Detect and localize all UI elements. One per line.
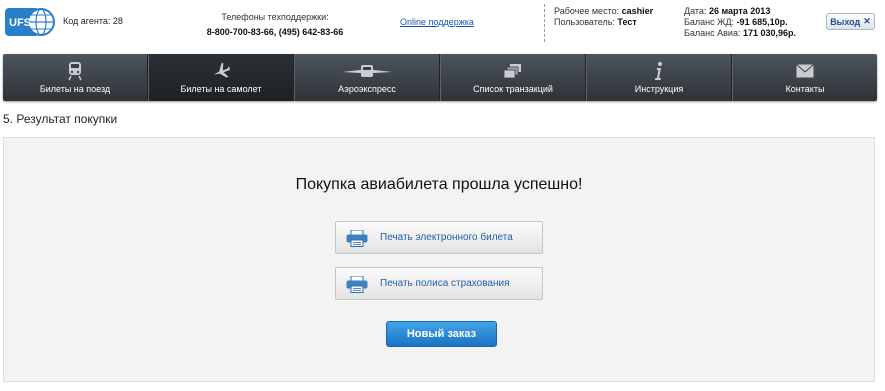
print-insurance-label: Печать полиса страхования bbox=[380, 278, 510, 289]
balance-rail-label: Баланс ЖД: bbox=[684, 17, 735, 27]
nav-item-contacts[interactable]: Контакты bbox=[732, 54, 877, 101]
date-value: 26 марта 2013 bbox=[708, 6, 771, 16]
online-support-link[interactable]: Online поддержка bbox=[400, 17, 474, 27]
nav-label-contacts: Контакты bbox=[785, 84, 825, 94]
exit-button[interactable]: Выход ✕ bbox=[826, 13, 875, 30]
print-ticket-label: Печать электронного билета bbox=[380, 232, 513, 243]
aeroexpress-icon bbox=[295, 61, 439, 81]
print-insurance-button[interactable]: Печать полиса страхования bbox=[335, 267, 543, 300]
nav-label-transactions: Список транзакций bbox=[473, 84, 553, 94]
balance-avia-label: Баланс Авиа: bbox=[684, 28, 741, 38]
transactions-icon bbox=[441, 61, 585, 81]
envelope-icon bbox=[733, 61, 877, 81]
success-message: Покупка авиабилета прошла успешно! bbox=[295, 176, 583, 193]
nav-label-plane: Билеты на самолет bbox=[180, 84, 262, 94]
printer-icon bbox=[346, 229, 368, 247]
balance-info: Дата: 26 марта 2013 Баланс ЖД: -91 685,1… bbox=[684, 6, 796, 39]
user-value: Тест bbox=[617, 17, 637, 27]
info-icon bbox=[587, 61, 731, 81]
printer-icon bbox=[346, 275, 368, 293]
ufs-logo[interactable]: UFS bbox=[5, 5, 55, 39]
nav-label-aeroexpress: Аэроэкспресс bbox=[338, 84, 396, 94]
nav-item-train[interactable]: Билеты на поезд bbox=[3, 54, 148, 101]
workplace-info: Рабочее место: cashier Пользователь: Тес… bbox=[554, 6, 653, 28]
workplace-value: cashier bbox=[621, 6, 654, 16]
page-title: 5. Результат покупки bbox=[3, 112, 118, 126]
header-divider bbox=[544, 4, 545, 42]
user-label: Пользователь: bbox=[554, 17, 615, 27]
nav-item-plane[interactable]: Билеты на самолет bbox=[148, 54, 294, 101]
main-nav: Билеты на поезд Билеты на самолет Аэроэк… bbox=[3, 54, 877, 101]
print-ticket-button[interactable]: Печать электронного билета bbox=[335, 221, 543, 254]
plane-icon bbox=[149, 61, 293, 81]
result-panel: Покупка авиабилета прошла успешно! Печат… bbox=[3, 137, 875, 382]
nav-item-transactions[interactable]: Список транзакций bbox=[440, 54, 586, 101]
support-label: Телефоны техподдержки: bbox=[221, 12, 329, 22]
nav-label-instruction: Инструкция bbox=[634, 84, 684, 94]
svg-text:UFS: UFS bbox=[9, 17, 31, 29]
train-icon bbox=[3, 61, 147, 81]
support-phones: 8-800-700-83-66, (495) 642-83-66 bbox=[206, 27, 344, 37]
exit-label: Выход bbox=[830, 16, 861, 27]
nav-label-train: Билеты на поезд bbox=[39, 84, 111, 94]
balance-avia-value: 171 030,96р. bbox=[742, 28, 797, 38]
date-label: Дата: bbox=[684, 6, 707, 16]
balance-rail-value: -91 685,10р. bbox=[736, 17, 788, 27]
agent-code: Код агента: 28 bbox=[63, 16, 123, 26]
close-icon: ✕ bbox=[863, 16, 871, 26]
header: UFS Код агента: 28 Телефоны техподдержки… bbox=[0, 0, 885, 52]
nav-item-instruction[interactable]: Инструкция bbox=[586, 54, 732, 101]
nav-item-aeroexpress[interactable]: Аэроэкспресс bbox=[294, 54, 440, 101]
workplace-label: Рабочее место: bbox=[554, 6, 620, 16]
support-info: Телефоны техподдержки: 8-800-700-83-66, … bbox=[190, 10, 360, 40]
new-order-button[interactable]: Новый заказ bbox=[386, 321, 497, 347]
